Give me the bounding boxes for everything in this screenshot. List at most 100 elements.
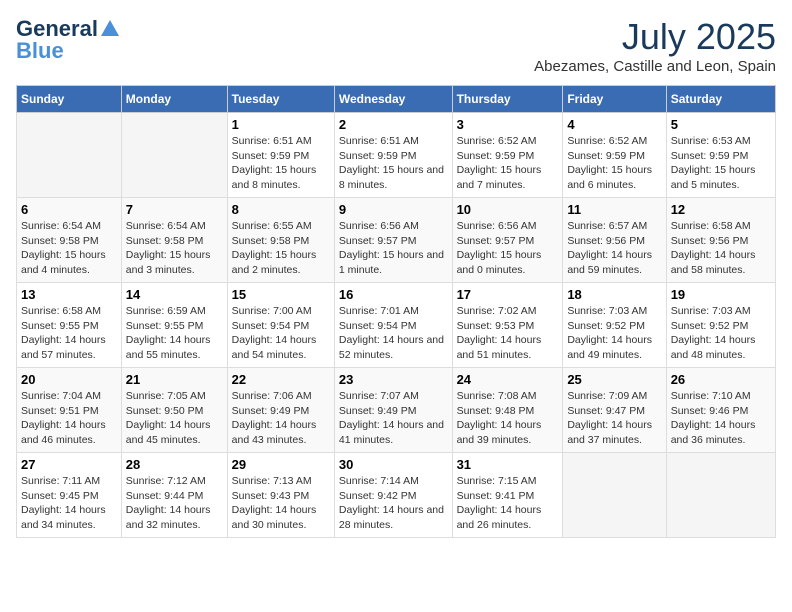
day-info: Sunrise: 7:05 AMSunset: 9:50 PMDaylight:… — [126, 389, 223, 448]
calendar-cell — [17, 113, 122, 198]
calendar-cell: 17 Sunrise: 7:02 AMSunset: 9:53 PMDayligh… — [452, 283, 563, 368]
day-info: Sunrise: 6:55 AMSunset: 9:58 PMDaylight:… — [232, 219, 330, 278]
calendar-cell: 7 Sunrise: 6:54 AMSunset: 9:58 PMDaylight… — [121, 198, 227, 283]
day-number: 5 — [671, 117, 771, 132]
calendar-cell: 20 Sunrise: 7:04 AMSunset: 9:51 PMDayligh… — [17, 368, 122, 453]
calendar-cell: 13 Sunrise: 6:58 AMSunset: 9:55 PMDayligh… — [17, 283, 122, 368]
day-number: 12 — [671, 202, 771, 217]
day-number: 30 — [339, 457, 448, 472]
header-saturday: Saturday — [666, 86, 775, 113]
page-header: General Blue July 2025 Abezames, Castill… — [16, 16, 776, 75]
calendar-cell: 15 Sunrise: 7:00 AMSunset: 9:54 PMDayligh… — [227, 283, 334, 368]
day-number: 2 — [339, 117, 448, 132]
month-title: July 2025 — [534, 16, 776, 58]
day-info: Sunrise: 7:14 AMSunset: 9:42 PMDaylight:… — [339, 474, 448, 533]
day-number: 14 — [126, 287, 223, 302]
day-number: 28 — [126, 457, 223, 472]
week-row-3: 13 Sunrise: 6:58 AMSunset: 9:55 PMDayligh… — [17, 283, 776, 368]
day-number: 27 — [21, 457, 117, 472]
day-info: Sunrise: 6:52 AMSunset: 9:59 PMDaylight:… — [567, 134, 661, 193]
day-number: 9 — [339, 202, 448, 217]
logo: General Blue — [16, 16, 121, 64]
day-number: 19 — [671, 287, 771, 302]
calendar-cell: 9 Sunrise: 6:56 AMSunset: 9:57 PMDaylight… — [334, 198, 452, 283]
calendar-cell — [666, 453, 775, 538]
day-info: Sunrise: 7:11 AMSunset: 9:45 PMDaylight:… — [21, 474, 117, 533]
day-info: Sunrise: 6:51 AMSunset: 9:59 PMDaylight:… — [339, 134, 448, 193]
day-number: 15 — [232, 287, 330, 302]
day-number: 13 — [21, 287, 117, 302]
calendar-cell: 4 Sunrise: 6:52 AMSunset: 9:59 PMDaylight… — [563, 113, 666, 198]
calendar-table: SundayMondayTuesdayWednesdayThursdayFrid… — [16, 85, 776, 538]
day-info: Sunrise: 7:03 AMSunset: 9:52 PMDaylight:… — [671, 304, 771, 363]
day-number: 18 — [567, 287, 661, 302]
calendar-cell: 25Sunrise: 7:09 AMSunset: 9:47 PMDayligh… — [563, 368, 666, 453]
day-info: Sunrise: 7:13 AMSunset: 9:43 PMDaylight:… — [232, 474, 330, 533]
calendar-cell: 14 Sunrise: 6:59 AMSunset: 9:55 PMDayligh… — [121, 283, 227, 368]
calendar-cell: 1 Sunrise: 6:51 AMSunset: 9:59 PMDaylight… — [227, 113, 334, 198]
day-info: Sunrise: 6:54 AMSunset: 9:58 PMDaylight:… — [21, 219, 117, 278]
calendar-cell: 5 Sunrise: 6:53 AMSunset: 9:59 PMDaylight… — [666, 113, 775, 198]
day-info: Sunrise: 6:58 AMSunset: 9:56 PMDaylight:… — [671, 219, 771, 278]
logo-blue: Blue — [16, 38, 64, 64]
day-info: Sunrise: 7:03 AMSunset: 9:52 PMDaylight:… — [567, 304, 661, 363]
day-number: 23 — [339, 372, 448, 387]
day-info: Sunrise: 6:53 AMSunset: 9:59 PMDaylight:… — [671, 134, 771, 193]
calendar-cell: 31 Sunrise: 7:15 AMSunset: 9:41 PMDayligh… — [452, 453, 563, 538]
calendar-cell: 26 Sunrise: 7:10 AMSunset: 9:46 PMDayligh… — [666, 368, 775, 453]
day-info: Sunrise: 7:06 AMSunset: 9:49 PMDaylight:… — [232, 389, 330, 448]
day-number: 1 — [232, 117, 330, 132]
day-info: Sunrise: 7:02 AMSunset: 9:53 PMDaylight:… — [457, 304, 559, 363]
day-info: Sunrise: 6:54 AMSunset: 9:58 PMDaylight:… — [126, 219, 223, 278]
day-number: 17 — [457, 287, 559, 302]
day-info: Sunrise: 6:57 AMSunset: 9:56 PMDaylight:… — [567, 219, 661, 278]
week-row-4: 20 Sunrise: 7:04 AMSunset: 9:51 PMDayligh… — [17, 368, 776, 453]
week-row-1: 1 Sunrise: 6:51 AMSunset: 9:59 PMDaylight… — [17, 113, 776, 198]
calendar-cell — [121, 113, 227, 198]
calendar-cell: 21 Sunrise: 7:05 AMSunset: 9:50 PMDayligh… — [121, 368, 227, 453]
calendar-cell: 27 Sunrise: 7:11 AMSunset: 9:45 PMDayligh… — [17, 453, 122, 538]
day-info: Sunrise: 7:08 AMSunset: 9:48 PMDaylight:… — [457, 389, 559, 448]
day-number: 29 — [232, 457, 330, 472]
day-number: 20 — [21, 372, 117, 387]
week-row-5: 27 Sunrise: 7:11 AMSunset: 9:45 PMDayligh… — [17, 453, 776, 538]
day-info: Sunrise: 7:10 AMSunset: 9:46 PMDaylight:… — [671, 389, 771, 448]
day-info: Sunrise: 7:01 AMSunset: 9:54 PMDaylight:… — [339, 304, 448, 363]
day-info: Sunrise: 7:12 AMSunset: 9:44 PMDaylight:… — [126, 474, 223, 533]
location-title: Abezames, Castille and Leon, Spain — [534, 58, 776, 75]
day-info: Sunrise: 7:15 AMSunset: 9:41 PMDaylight:… — [457, 474, 559, 533]
day-info: Sunrise: 6:52 AMSunset: 9:59 PMDaylight:… — [457, 134, 559, 193]
calendar-cell: 28 Sunrise: 7:12 AMSunset: 9:44 PMDayligh… — [121, 453, 227, 538]
day-number: 22 — [232, 372, 330, 387]
day-number: 25 — [567, 372, 661, 387]
day-number: 4 — [567, 117, 661, 132]
day-number: 26 — [671, 372, 771, 387]
header-friday: Friday — [563, 86, 666, 113]
day-info: Sunrise: 7:00 AMSunset: 9:54 PMDaylight:… — [232, 304, 330, 363]
day-info: Sunrise: 6:56 AMSunset: 9:57 PMDaylight:… — [457, 219, 559, 278]
calendar-cell: 22 Sunrise: 7:06 AMSunset: 9:49 PMDayligh… — [227, 368, 334, 453]
day-number: 6 — [21, 202, 117, 217]
calendar-cell: 18 Sunrise: 7:03 AMSunset: 9:52 PMDayligh… — [563, 283, 666, 368]
calendar-cell: 8Sunrise: 6:55 AMSunset: 9:58 PMDaylight… — [227, 198, 334, 283]
day-info: Sunrise: 6:59 AMSunset: 9:55 PMDaylight:… — [126, 304, 223, 363]
day-info: Sunrise: 7:04 AMSunset: 9:51 PMDaylight:… — [21, 389, 117, 448]
day-info: Sunrise: 6:56 AMSunset: 9:57 PMDaylight:… — [339, 219, 448, 278]
calendar-cell: 2 Sunrise: 6:51 AMSunset: 9:59 PMDaylight… — [334, 113, 452, 198]
day-number: 7 — [126, 202, 223, 217]
day-info: Sunrise: 6:58 AMSunset: 9:55 PMDaylight:… — [21, 304, 117, 363]
day-number: 31 — [457, 457, 559, 472]
day-info: Sunrise: 7:07 AMSunset: 9:49 PMDaylight:… — [339, 389, 448, 448]
day-info: Sunrise: 6:51 AMSunset: 9:59 PMDaylight:… — [232, 134, 330, 193]
day-number: 3 — [457, 117, 559, 132]
calendar-cell: 12 Sunrise: 6:58 AMSunset: 9:56 PMDayligh… — [666, 198, 775, 283]
calendar-cell: 6 Sunrise: 6:54 AMSunset: 9:58 PMDaylight… — [17, 198, 122, 283]
calendar-cell — [563, 453, 666, 538]
day-number: 21 — [126, 372, 223, 387]
calendar-cell: 16Sunrise: 7:01 AMSunset: 9:54 PMDayligh… — [334, 283, 452, 368]
day-number: 10 — [457, 202, 559, 217]
logo-icon — [99, 18, 121, 40]
calendar-cell: 29 Sunrise: 7:13 AMSunset: 9:43 PMDayligh… — [227, 453, 334, 538]
calendar-cell: 3 Sunrise: 6:52 AMSunset: 9:59 PMDaylight… — [452, 113, 563, 198]
week-row-2: 6 Sunrise: 6:54 AMSunset: 9:58 PMDaylight… — [17, 198, 776, 283]
